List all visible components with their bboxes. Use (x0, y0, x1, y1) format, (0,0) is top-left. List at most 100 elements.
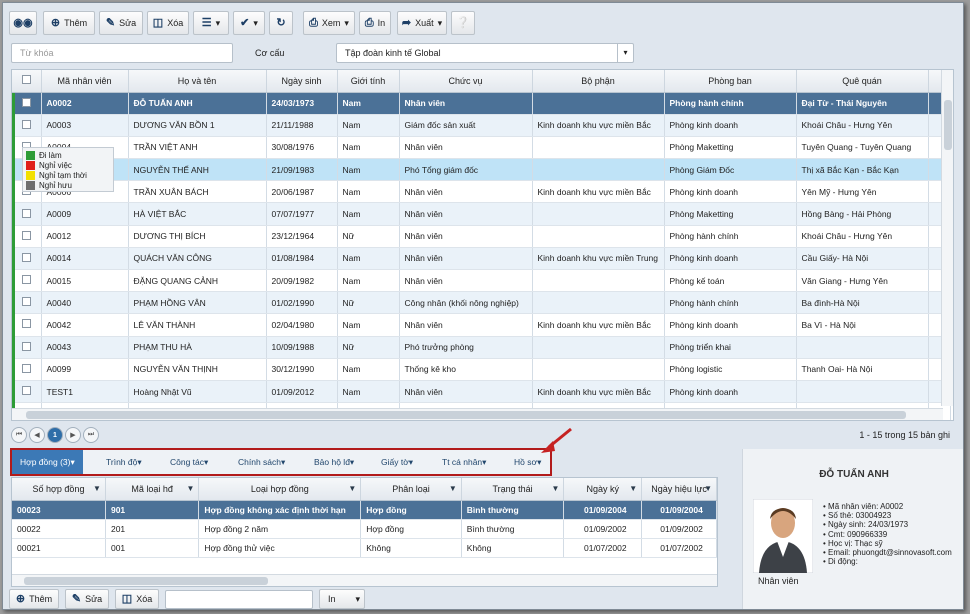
tab-3[interactable]: Chính sách ▾ (238, 450, 285, 474)
add-button[interactable]: ⊕ Thêm (43, 11, 95, 35)
filter-icon[interactable]: ▼ (186, 484, 194, 493)
column-header[interactable]: Ngày sinh (266, 70, 338, 93)
filter-icon[interactable]: ▼ (629, 484, 637, 493)
table-row[interactable]: A0012 DƯƠNG THỊ BÍCH 23/12/1964 Nữ Nhân viên… (12, 225, 951, 248)
next-page-button[interactable]: ▶ (65, 427, 81, 443)
current-page-button[interactable]: 1 (47, 427, 63, 443)
tab-4[interactable]: Bảo hộ lđ ▾ (314, 450, 354, 474)
contract-column-header[interactable]: Số hợp đồng ▼ (12, 478, 106, 501)
menu-dropdown-button[interactable]: ☰ ▾ (193, 11, 229, 35)
row-select-cell[interactable] (12, 358, 42, 381)
horizontal-scrollbar[interactable] (12, 574, 717, 586)
contract-column-header[interactable]: Loại hợp đồng ▼ (198, 478, 362, 501)
filter-icon[interactable]: ▼ (348, 484, 356, 493)
column-header[interactable]: Phòng ban (664, 70, 797, 93)
row-checkbox[interactable] (21, 319, 31, 329)
row-checkbox[interactable] (21, 230, 31, 240)
row-select-cell[interactable] (12, 247, 42, 271)
horizontal-scrollbar[interactable] (12, 408, 943, 420)
table-row[interactable]: A0015 ĐẶNG QUANG CẢNH 20/09/1982 Nam Nhân vi… (12, 269, 951, 293)
delete-button[interactable]: ◫ Xóa (147, 11, 189, 35)
contract-row[interactable]: 00021 001 Hợp đồng thử việc Không Không 01/07… (12, 538, 717, 558)
table-row[interactable]: A0002 ĐỖ TUẤN ANH 24/03/1973 Nam Nhân viên Ph… (12, 92, 951, 115)
column-header[interactable]: Bộ phận (532, 70, 665, 93)
table-row[interactable]: A0043 PHẠM THU HÀ 10/09/1988 Nữ Phó trưởng p… (12, 336, 951, 359)
row-checkbox[interactable] (21, 386, 31, 396)
contract-column-header[interactable]: Mã loại hđ ▼ (105, 478, 200, 501)
table-row[interactable]: A0040 PHẠM HỒNG VÂN 01/02/1990 Nữ Công nhân … (12, 291, 951, 315)
table-row[interactable]: A0004TRẦN VIỆT ANH30/08/1976NamNhân viên… (12, 136, 951, 160)
filter-icon[interactable]: ▼ (704, 484, 712, 493)
column-header[interactable]: Họ và tên (128, 70, 267, 93)
contract-row[interactable]: 00022 201 Hợp đồng 2 năm Hợp đồng Bình thườn… (12, 519, 717, 539)
row-checkbox[interactable] (21, 119, 31, 129)
contract-row[interactable]: 00023 901 Hợp đồng không xác định thời hạn… (12, 500, 717, 520)
org-select[interactable]: Tập đoàn kinh tế Global ▾ (336, 43, 634, 63)
contract-delete-button[interactable]: ◫ Xóa (115, 589, 159, 609)
contract-column-header[interactable]: Ngày hiệu lực ▼ (641, 478, 717, 501)
column-header[interactable]: Mã nhân viên (41, 70, 129, 93)
row-select-cell[interactable] (12, 291, 42, 315)
select-all-checkbox[interactable] (21, 75, 31, 85)
row-select-cell[interactable] (12, 313, 42, 337)
table-row[interactable]: A0009 HÀ VIỆT BẮC 07/07/1977 Nam Nhân viên Ph… (12, 202, 951, 226)
select-all-header[interactable] (12, 70, 42, 93)
refresh-button[interactable]: ↻ (269, 11, 293, 35)
table-row[interactable]: TEST1 Hoàng Nhật Vũ 01/09/2012 Nam Nhân viên… (12, 380, 951, 404)
binoculars-search-button[interactable]: ◉◉ (9, 11, 37, 35)
contract-print-button[interactable]: In ▾ (319, 589, 365, 609)
row-checkbox[interactable] (21, 341, 31, 351)
row-checkbox[interactable] (21, 97, 31, 107)
row-select-cell[interactable] (12, 114, 42, 137)
scroll-thumb[interactable] (944, 100, 952, 150)
chevron-down-icon[interactable]: ▾ (617, 44, 633, 62)
tab-1[interactable]: Trình độ ▾ (106, 450, 142, 474)
contract-edit-button[interactable]: ✎ Sửa (65, 589, 109, 609)
row-select-cell[interactable] (12, 202, 42, 226)
tab-2[interactable]: Công tác ▾ (170, 450, 208, 474)
contract-column-header[interactable]: Phân loại ▼ (360, 478, 462, 501)
row-select-cell[interactable] (12, 269, 42, 293)
row-checkbox[interactable] (21, 208, 31, 218)
table-row[interactable]: A0042 LÊ VĂN THÀNH 02/04/1980 Nam Nhân viên K… (12, 313, 951, 337)
view-button[interactable]: ⎙ Xem ▾ (303, 11, 355, 35)
row-select-cell[interactable] (12, 92, 42, 115)
tab-5[interactable]: Giấy tờ ▾ (381, 450, 413, 474)
column-header[interactable]: Quê quán (796, 70, 929, 93)
scroll-thumb[interactable] (26, 411, 906, 419)
table-row[interactable]: A0003 DƯƠNG VĂN BỒN 1 21/11/1988 Nam Giám đố… (12, 114, 951, 137)
edit-button[interactable]: ✎ Sửa (99, 11, 143, 35)
tab-6[interactable]: Tt cá nhân ▾ (442, 450, 486, 474)
row-checkbox[interactable] (21, 252, 31, 262)
filter-icon[interactable]: ▼ (551, 484, 559, 493)
keyword-input[interactable]: Từ khóa (11, 43, 233, 63)
vertical-scrollbar[interactable] (941, 70, 953, 406)
row-checkbox[interactable] (21, 297, 31, 307)
table-row[interactable]: A0005NGUYỄN THẾ ANH21/09/1983NamPhó Tổng… (12, 158, 951, 182)
first-page-button[interactable]: ⏮ (11, 427, 27, 443)
tab-0[interactable]: Hợp đồng (3) ▾ (12, 450, 83, 474)
row-select-cell[interactable] (12, 336, 42, 359)
column-header[interactable]: Giới tính (337, 70, 400, 93)
contract-column-header[interactable]: Trạng thái ▼ (461, 478, 565, 501)
row-select-cell[interactable] (12, 225, 42, 248)
row-select-cell[interactable] (12, 380, 42, 404)
filter-icon[interactable]: ▼ (93, 484, 101, 493)
table-row[interactable]: A0014 QUÁCH VĂN CÔNG 01/08/1984 Nam Nhân viê… (12, 247, 951, 271)
contract-column-header[interactable]: Ngày ký ▼ (563, 478, 643, 501)
scroll-thumb[interactable] (24, 577, 268, 585)
table-row[interactable]: A0006TRẦN XUÂN BÁCH20/06/1987NamNhân viê… (12, 180, 951, 204)
help-button[interactable]: ❔ (451, 11, 475, 35)
column-header[interactable]: Chức vụ (399, 70, 533, 93)
last-page-button[interactable]: ⏭ (83, 427, 99, 443)
print-button[interactable]: ⎙ In (359, 11, 391, 35)
filter-icon[interactable]: ▼ (449, 484, 457, 493)
row-checkbox[interactable] (21, 275, 31, 285)
row-checkbox[interactable] (21, 363, 31, 373)
check-dropdown-button[interactable]: ✔ ▾ (233, 11, 265, 35)
prev-page-button[interactable]: ◀ (29, 427, 45, 443)
export-button[interactable]: ➦ Xuất ▾ (397, 11, 447, 35)
table-row[interactable]: A0099 NGUYỄN VĂN THỊNH 30/12/1990 Nam Thống … (12, 358, 951, 381)
contract-add-button[interactable]: ⊕ Thêm (9, 589, 59, 609)
contract-search-input[interactable] (165, 590, 313, 609)
